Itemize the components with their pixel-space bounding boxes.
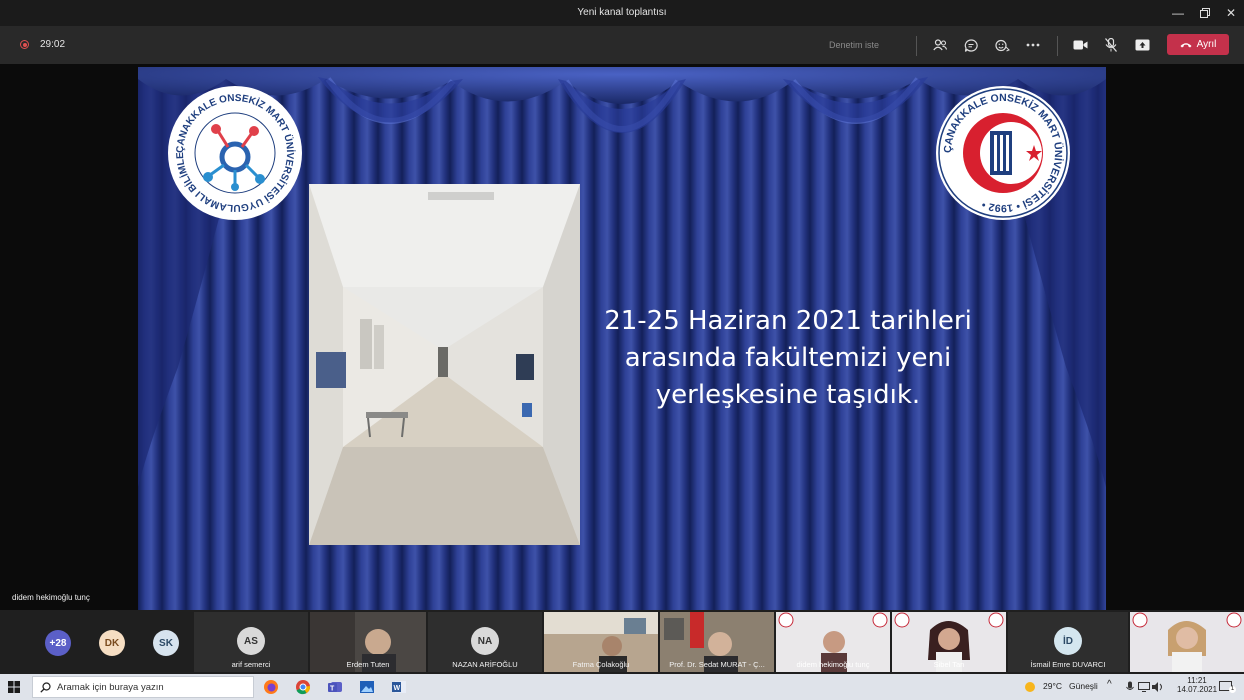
shared-screen-stage: ÇANAKKALE ONSEKİZ MART ÜNİVERSİTESİ UYGU…: [0, 64, 1244, 610]
university-logo: ÇANAKKALE ONSEKİZ MART ÜNİVERSİTESİ • 19…: [936, 86, 1070, 220]
restore-icon[interactable]: [1192, 0, 1218, 26]
windows-start-icon[interactable]: [4, 677, 24, 697]
more-participants-button[interactable]: +28: [45, 630, 71, 656]
participant-name: Erdem Tuten: [346, 660, 390, 669]
leave-label: Ayrıl: [1196, 39, 1217, 50]
meeting-toolbar: 29:02 Denetim iste Ayrıl: [0, 26, 1244, 64]
chevron-up-icon[interactable]: ^: [1107, 679, 1112, 690]
avatar: İD: [1054, 627, 1082, 655]
mic-muted-icon[interactable]: [1100, 35, 1122, 55]
word-icon[interactable]: W: [389, 677, 409, 697]
participant-tile[interactable]: Sibel Tan: [892, 612, 1006, 672]
avatar: AS: [237, 627, 265, 655]
notification-count: 1: [1229, 686, 1236, 693]
recording-icon: [20, 40, 29, 49]
reactions-icon[interactable]: [991, 35, 1013, 55]
clock-date: 14.07.2021: [1177, 685, 1218, 694]
weather-description[interactable]: Güneşli: [1069, 681, 1098, 691]
camera-icon[interactable]: [1069, 35, 1091, 55]
slide-text-line: arasında fakültemizi yeni: [624, 343, 952, 373]
meeting-timer: 29:02: [40, 39, 66, 50]
participant-tile[interactable]: Erdem Tuten: [310, 612, 426, 672]
participant-name: İsmail Emre DUVARCI: [1030, 660, 1106, 669]
participant-name: NAZAN ARİFOĞLU: [452, 660, 518, 669]
clock-time: 11:21: [1187, 676, 1207, 685]
participant-name: arif semerci: [231, 660, 271, 669]
participant-tile[interactable]: AS arif semerci: [194, 612, 308, 672]
chat-icon[interactable]: [960, 35, 982, 55]
share-screen-icon[interactable]: [1131, 35, 1153, 55]
participant-gallery: +28 DK SK AS arif semerci Erdem Tuten NA…: [0, 610, 1244, 674]
presenter-name: didem hekimoğlu tunç: [12, 593, 90, 602]
request-control-button[interactable]: Denetim iste: [829, 40, 879, 50]
participant-avatar[interactable]: SK: [153, 630, 179, 656]
volume-icon[interactable]: [1148, 677, 1168, 697]
window-title: Yeni kanal toplantısı: [577, 7, 667, 18]
more-options-icon[interactable]: [1022, 35, 1044, 55]
participant-name: didem hekimoğlu tunç: [796, 660, 870, 669]
search-placeholder: Aramak için buraya yazın: [57, 682, 164, 693]
participants-icon[interactable]: [929, 35, 951, 55]
participant-name: Prof. Dr. Sedat MURAT - Ç...: [669, 660, 765, 669]
teams-icon[interactable]: T: [325, 677, 345, 697]
avatar: NA: [471, 627, 499, 655]
toolbar-divider: [1057, 36, 1058, 56]
chrome-icon[interactable]: [293, 677, 313, 697]
svg-text:T: T: [330, 686, 335, 693]
participant-tile[interactable]: Fatma Çolakoğlu: [544, 612, 658, 672]
participant-name: Fatma Çolakoğlu: [572, 660, 630, 669]
participant-tile[interactable]: didem hekimoğlu tunç: [776, 612, 890, 672]
close-icon[interactable]: ✕: [1218, 0, 1244, 26]
participant-tile[interactable]: [1130, 612, 1244, 672]
minimize-icon[interactable]: —: [1165, 0, 1191, 26]
slide-text: 21-25 Haziran 2021 tarihleri arasında fa…: [578, 303, 998, 414]
notification-icon[interactable]: 1: [1216, 677, 1236, 697]
svg-text:W: W: [394, 685, 401, 692]
firefox-icon[interactable]: [261, 677, 281, 697]
video-feed: [1130, 612, 1244, 672]
clock[interactable]: 11:21 14.07.2021: [1177, 676, 1217, 694]
presentation-slide: ÇANAKKALE ONSEKİZ MART ÜNİVERSİTESİ UYGU…: [138, 67, 1106, 610]
weather-temperature[interactable]: 29°C: [1043, 681, 1062, 691]
participant-tile[interactable]: Prof. Dr. Sedat MURAT - Ç...: [660, 612, 774, 672]
leave-button[interactable]: Ayrıl: [1167, 34, 1229, 55]
participant-name: Sibel Tan: [933, 660, 965, 669]
participant-tile[interactable]: NA NAZAN ARİFOĞLU: [428, 612, 542, 672]
toolbar-divider: [916, 36, 917, 56]
search-icon: [40, 682, 51, 693]
corridor-photo: [309, 184, 580, 545]
slide-text-line: yerleşkesine taşıdık.: [655, 380, 921, 410]
weather-sun-icon[interactable]: [1020, 677, 1040, 697]
participant-avatar[interactable]: DK: [99, 630, 125, 656]
taskbar-search-input[interactable]: Aramak için buraya yazın: [32, 676, 254, 698]
photos-app-icon[interactable]: [357, 677, 377, 697]
participant-tile[interactable]: İD İsmail Emre DUVARCI: [1008, 612, 1128, 672]
slide-text-line: 21-25 Haziran 2021 tarihleri: [604, 306, 972, 336]
windows-taskbar: Aramak için buraya yazın T W 29°C Güneşl…: [0, 674, 1244, 700]
title-bar: Yeni kanal toplantısı — ✕: [0, 0, 1244, 26]
phone-hangup-icon: [1180, 42, 1192, 47]
